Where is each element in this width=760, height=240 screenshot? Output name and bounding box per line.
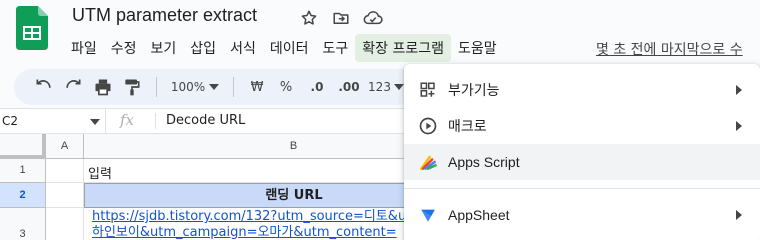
menu-data[interactable]: 데이터 — [263, 34, 316, 62]
cell-a2[interactable] — [46, 183, 84, 208]
last-edit-link[interactable]: 몇 초 전에 마지막으로 수 — [596, 39, 743, 59]
cell-a1[interactable] — [46, 159, 84, 183]
increase-decimal-button[interactable]: .00 — [332, 73, 366, 101]
formula-divider — [155, 113, 156, 129]
toolbar-divider — [233, 77, 234, 97]
appsheet-icon — [418, 205, 438, 225]
chevron-down-icon — [393, 84, 404, 90]
decrease-decimal-label: .0 — [310, 80, 324, 94]
menu-item-add-ons[interactable]: 부가기능 — [404, 72, 760, 108]
extensions-menu: 부가기능 매크로 Apps Script AppSheet — [404, 64, 760, 240]
formula-input[interactable]: Decode URL — [166, 113, 245, 128]
cell-a3[interactable] — [46, 208, 84, 240]
cell-reference: C2 — [2, 114, 19, 128]
row-header-2[interactable]: 2 — [0, 183, 46, 208]
row-header-1[interactable]: 1 — [0, 159, 46, 183]
chevron-down-icon — [209, 84, 220, 90]
sheets-logo-icon[interactable] — [16, 6, 48, 50]
menu-item-appsheet[interactable]: AppSheet — [404, 197, 760, 233]
submenu-arrow-icon — [736, 121, 742, 131]
menu-tools[interactable]: 도구 — [315, 34, 355, 62]
redo-icon[interactable] — [58, 73, 88, 101]
move-folder-icon[interactable] — [330, 7, 352, 29]
add-ons-icon — [418, 80, 438, 100]
menu-format[interactable]: 서식 — [223, 34, 263, 62]
menu-bar: 파일 수정 보기 삽입 서식 데이터 도구 확장 프로그램 도움말 — [64, 34, 504, 62]
increase-decimal-label: .00 — [338, 80, 360, 94]
number-format-select[interactable]: 123 — [366, 73, 406, 101]
column-header-a[interactable]: A — [46, 134, 84, 159]
menu-divider — [404, 188, 760, 189]
macro-play-icon — [418, 116, 438, 136]
document-title[interactable]: UTM parameter extract — [72, 5, 257, 26]
menu-item-label: Apps Script — [448, 154, 520, 170]
menu-edit[interactable]: 수정 — [104, 34, 144, 62]
undo-icon[interactable] — [30, 73, 58, 101]
fx-icon: fx — [120, 111, 135, 129]
zoom-value: 100% — [170, 80, 206, 94]
submenu-arrow-icon — [736, 210, 742, 220]
select-all-corner[interactable] — [0, 134, 46, 159]
menu-item-apps-script[interactable]: Apps Script — [404, 144, 760, 180]
submenu-arrow-icon — [736, 85, 742, 95]
percent-format-button[interactable]: % — [270, 73, 302, 101]
menu-extensions[interactable]: 확장 프로그램 — [355, 34, 451, 62]
star-icon[interactable] — [298, 7, 320, 29]
paint-format-icon[interactable] — [118, 73, 146, 101]
number-format-label: 123 — [368, 80, 391, 94]
menu-view[interactable]: 보기 — [144, 34, 184, 62]
decrease-decimal-button[interactable]: .0 — [302, 73, 332, 101]
cloud-saved-icon[interactable] — [362, 7, 384, 29]
toolbar-divider — [156, 77, 157, 97]
menu-help[interactable]: 도움말 — [451, 34, 504, 62]
chevron-down-icon[interactable] — [90, 119, 100, 125]
app-header: UTM parameter extract 파일 수정 보기 삽입 서식 데이터… — [0, 0, 760, 66]
print-icon[interactable] — [88, 73, 118, 101]
zoom-select[interactable]: 100% — [167, 73, 223, 101]
menu-insert[interactable]: 삽입 — [183, 34, 223, 62]
menu-item-label: 매크로 — [448, 118, 487, 134]
currency-format-button[interactable]: ₩ — [244, 73, 270, 101]
apps-script-icon — [418, 152, 438, 172]
menu-item-label: 부가기능 — [448, 82, 500, 98]
menu-item-macros[interactable]: 매크로 — [404, 108, 760, 144]
row-header-3[interactable]: 3 — [0, 208, 46, 240]
menu-file[interactable]: 파일 — [64, 34, 104, 62]
menu-item-label: AppSheet — [448, 207, 510, 223]
